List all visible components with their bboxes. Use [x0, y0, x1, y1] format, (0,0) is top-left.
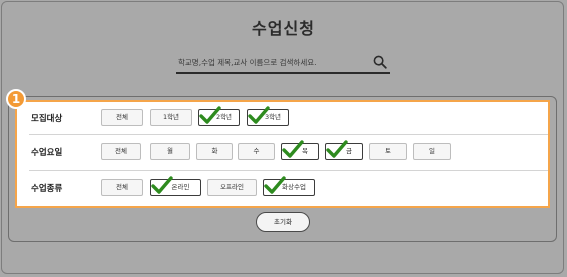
option-label: 온라인 — [171, 183, 190, 191]
filter-option-day[interactable]: 월 — [150, 143, 190, 160]
filter-row-target: 모집대상 전체 1학년 2학년 3학년 — [17, 102, 548, 136]
filter-option-day[interactable]: 금 — [325, 140, 363, 160]
row-label-target: 모집대상 — [31, 114, 63, 124]
filter-option-target[interactable]: 전체 — [101, 109, 143, 126]
option-label: 전체 — [116, 183, 128, 191]
search-icon[interactable] — [373, 54, 387, 69]
option-label: 목 — [302, 147, 308, 155]
filter-option-target[interactable]: 3학년 — [247, 106, 289, 126]
option-label: 1학년 — [162, 113, 180, 121]
filter-row-type: 수업종류 전체 온라인 오프라인 화상수업 — [17, 172, 548, 206]
filter-option-target[interactable]: 1학년 — [150, 109, 192, 126]
filter-option-day[interactable]: 목 — [281, 140, 319, 160]
filter-option-day[interactable]: 토 — [369, 143, 407, 160]
highlight-box: 모집대상 전체 1학년 2학년 3학년 수업요일 전체 월 화 수 목 금 토 일 수업종류 전체 온… — [15, 100, 550, 208]
filter-option-day[interactable]: 일 — [413, 143, 451, 160]
option-label: 3학년 — [264, 113, 282, 121]
step-badge: 1 — [6, 89, 26, 109]
filter-option-target[interactable]: 2학년 — [198, 106, 240, 126]
row-divider — [29, 170, 548, 171]
option-label: 일 — [429, 147, 435, 155]
filter-option-day[interactable]: 전체 — [101, 143, 141, 160]
search-box — [176, 53, 390, 74]
filter-option-day[interactable]: 수 — [238, 143, 275, 160]
row-label-day: 수업요일 — [31, 148, 63, 158]
search-input[interactable] — [176, 53, 368, 71]
option-label: 월 — [167, 147, 173, 155]
option-label: 전체 — [115, 147, 127, 155]
row-divider — [29, 134, 548, 135]
filter-row-day: 수업요일 전체 월 화 수 목 금 토 일 — [17, 136, 548, 170]
filter-option-day[interactable]: 화 — [196, 143, 233, 160]
option-label: 토 — [385, 147, 391, 155]
option-label: 오프라인 — [220, 183, 244, 191]
filter-option-type[interactable]: 전체 — [101, 179, 143, 196]
reset-button[interactable]: 초기화 — [256, 212, 310, 232]
filter-option-type[interactable]: 온라인 — [150, 176, 201, 196]
page-title: 수업신청 — [252, 19, 315, 38]
row-label-type: 수업종류 — [31, 184, 63, 194]
option-label: 화상수업 — [282, 183, 306, 191]
option-label: 전체 — [116, 113, 128, 121]
option-label: 수 — [253, 147, 260, 155]
option-label: 2학년 — [215, 113, 233, 121]
option-label: 금 — [346, 147, 352, 155]
filter-option-type[interactable]: 오프라인 — [207, 179, 257, 196]
option-label: 화 — [211, 147, 218, 155]
filter-option-type[interactable]: 화상수업 — [263, 176, 315, 196]
